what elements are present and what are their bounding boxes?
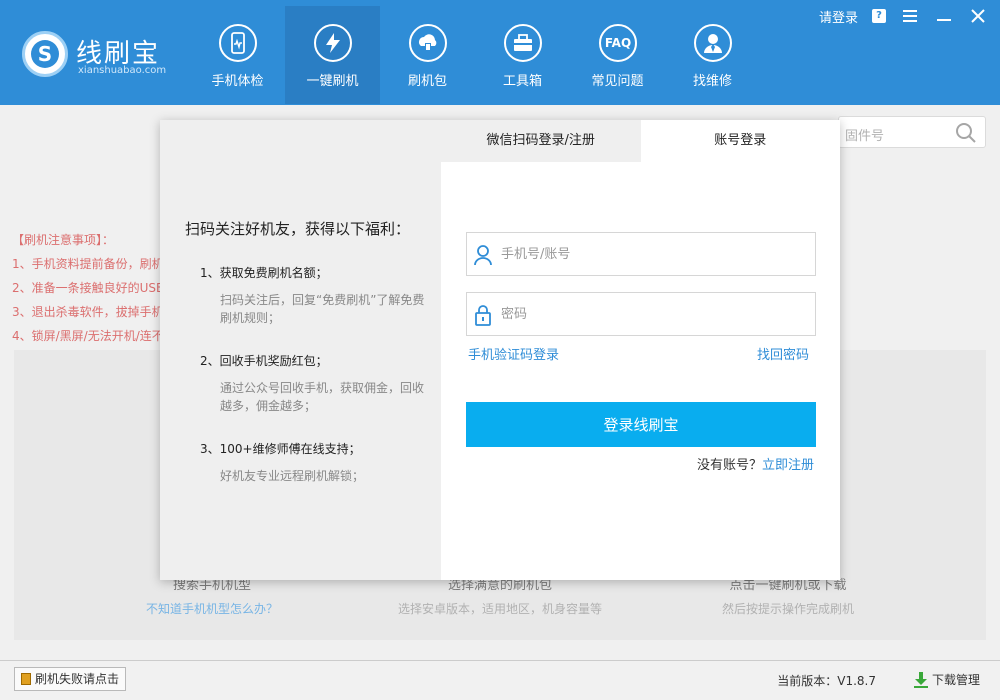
benefit-desc: 通过公众号回收手机，获取佣金，回收越多，佣金越多； xyxy=(220,381,425,413)
nav-item-find-repair[interactable]: 找维修 xyxy=(665,6,760,104)
user-icon xyxy=(474,245,492,266)
benefit-item: 2、回收手机奖励红包； 通过公众号回收手机，获取佣金，回收越多，佣金越多； xyxy=(200,352,430,415)
benefit-title: 1、获取免费刷机名额； xyxy=(200,266,328,280)
benefit-title: 2、回收手机奖励红包； xyxy=(200,354,328,368)
benefit-desc: 扫码关注后，回复“免费刷机”了解免费刷机规则； xyxy=(220,293,425,325)
register-link[interactable]: 立即注册 xyxy=(762,458,814,473)
benefit-title: 3、100+维修师傅在线支持； xyxy=(200,442,361,456)
tab-account-login[interactable]: 账号登录 xyxy=(640,120,840,162)
help-icon[interactable]: ? xyxy=(872,9,886,23)
status-bar: 刷机失败请点击 当前版本：V1.8.7 下载管理 xyxy=(0,660,1000,700)
forgot-password-link[interactable]: 找回密码 xyxy=(757,344,809,363)
login-dialog: 扫码关注好机友，获得以下福利： 1、获取免费刷机名额； 扫码关注后，回复“免费刷… xyxy=(160,120,840,580)
nav-label: 刷机包 xyxy=(407,74,447,89)
nav-item-flash-package[interactable]: 刷机包 xyxy=(380,6,475,104)
lock-icon xyxy=(475,305,491,326)
notice-icon xyxy=(21,673,31,685)
app-header: S 线刷宝 xianshuabao.com 手机体检 一键刷机 刷机包 工具箱 … xyxy=(0,0,1000,105)
app-logo: S 线刷宝 xianshuabao.com xyxy=(22,25,172,85)
nav-item-phone-check[interactable]: 手机体检 xyxy=(190,6,285,104)
password-input[interactable] xyxy=(501,293,801,335)
phone-check-icon xyxy=(219,24,257,62)
nav-label: 工具箱 xyxy=(502,74,542,89)
benefit-item: 1、获取免费刷机名额； 扫码关注后，回复“免费刷机”了解免费刷机规则； xyxy=(200,264,430,327)
account-input[interactable] xyxy=(501,233,801,275)
window-controls: 请登录 ? xyxy=(819,6,988,26)
benefits-panel: 扫码关注好机友，获得以下福利： 1、获取免费刷机名额； 扫码关注后，回复“免费刷… xyxy=(160,120,441,580)
nav-label: 一键刷机 xyxy=(306,74,359,89)
technician-icon xyxy=(694,24,732,62)
close-icon[interactable] xyxy=(968,6,988,26)
flash-fail-button[interactable]: 刷机失败请点击 xyxy=(14,667,127,691)
faq-icon: FAQ xyxy=(599,24,637,62)
nav-item-one-click-flash[interactable]: 一键刷机 xyxy=(285,6,380,104)
no-account-text: 没有账号？ xyxy=(696,458,762,473)
minimize-icon[interactable] xyxy=(934,6,954,26)
toolbox-icon xyxy=(504,24,542,62)
sms-login-link[interactable]: 手机验证码登录 xyxy=(468,344,559,363)
main-nav: 手机体检 一键刷机 刷机包 工具箱 FAQ 常见问题 找维修 xyxy=(190,6,760,104)
tab-wechat-login[interactable]: 微信扫码登录/注册 xyxy=(441,120,641,162)
password-field xyxy=(466,292,816,336)
download-icon xyxy=(913,671,928,688)
version-label: 当前版本：V1.8.7 xyxy=(777,674,876,688)
nav-label: 找维修 xyxy=(692,74,732,89)
logo-mark-icon: S xyxy=(22,31,68,77)
benefit-desc: 好机友专业远程刷机解锁； xyxy=(220,469,365,483)
login-tabs: 微信扫码登录/注册 账号登录 xyxy=(441,120,840,162)
benefits-title: 扫码关注好机友，获得以下福利： xyxy=(185,220,411,238)
flash-fail-label: 刷机失败请点击 xyxy=(35,672,120,686)
lightning-icon xyxy=(314,24,352,62)
nav-item-faq[interactable]: FAQ 常见问题 xyxy=(570,6,665,104)
register-line: 没有账号？立即注册 xyxy=(697,454,814,473)
menu-icon[interactable] xyxy=(900,6,920,26)
download-label: 下载管理 xyxy=(931,673,980,687)
nav-item-toolbox[interactable]: 工具箱 xyxy=(475,6,570,104)
nav-label: 常见问题 xyxy=(591,74,644,89)
nav-label: 手机体检 xyxy=(211,74,264,89)
download-manager-button[interactable]: 下载管理 xyxy=(913,671,980,688)
login-button[interactable]: 登录线刷宝 xyxy=(466,402,816,447)
benefit-item: 3、100+维修师傅在线支持； 好机友专业远程刷机解锁； xyxy=(200,440,430,485)
package-icon xyxy=(409,24,447,62)
login-link[interactable]: 请登录 xyxy=(819,7,858,26)
logo-domain: xianshuabao.com xyxy=(78,65,167,76)
faq-icon-text: FAQ xyxy=(604,36,632,50)
account-field xyxy=(466,232,816,276)
